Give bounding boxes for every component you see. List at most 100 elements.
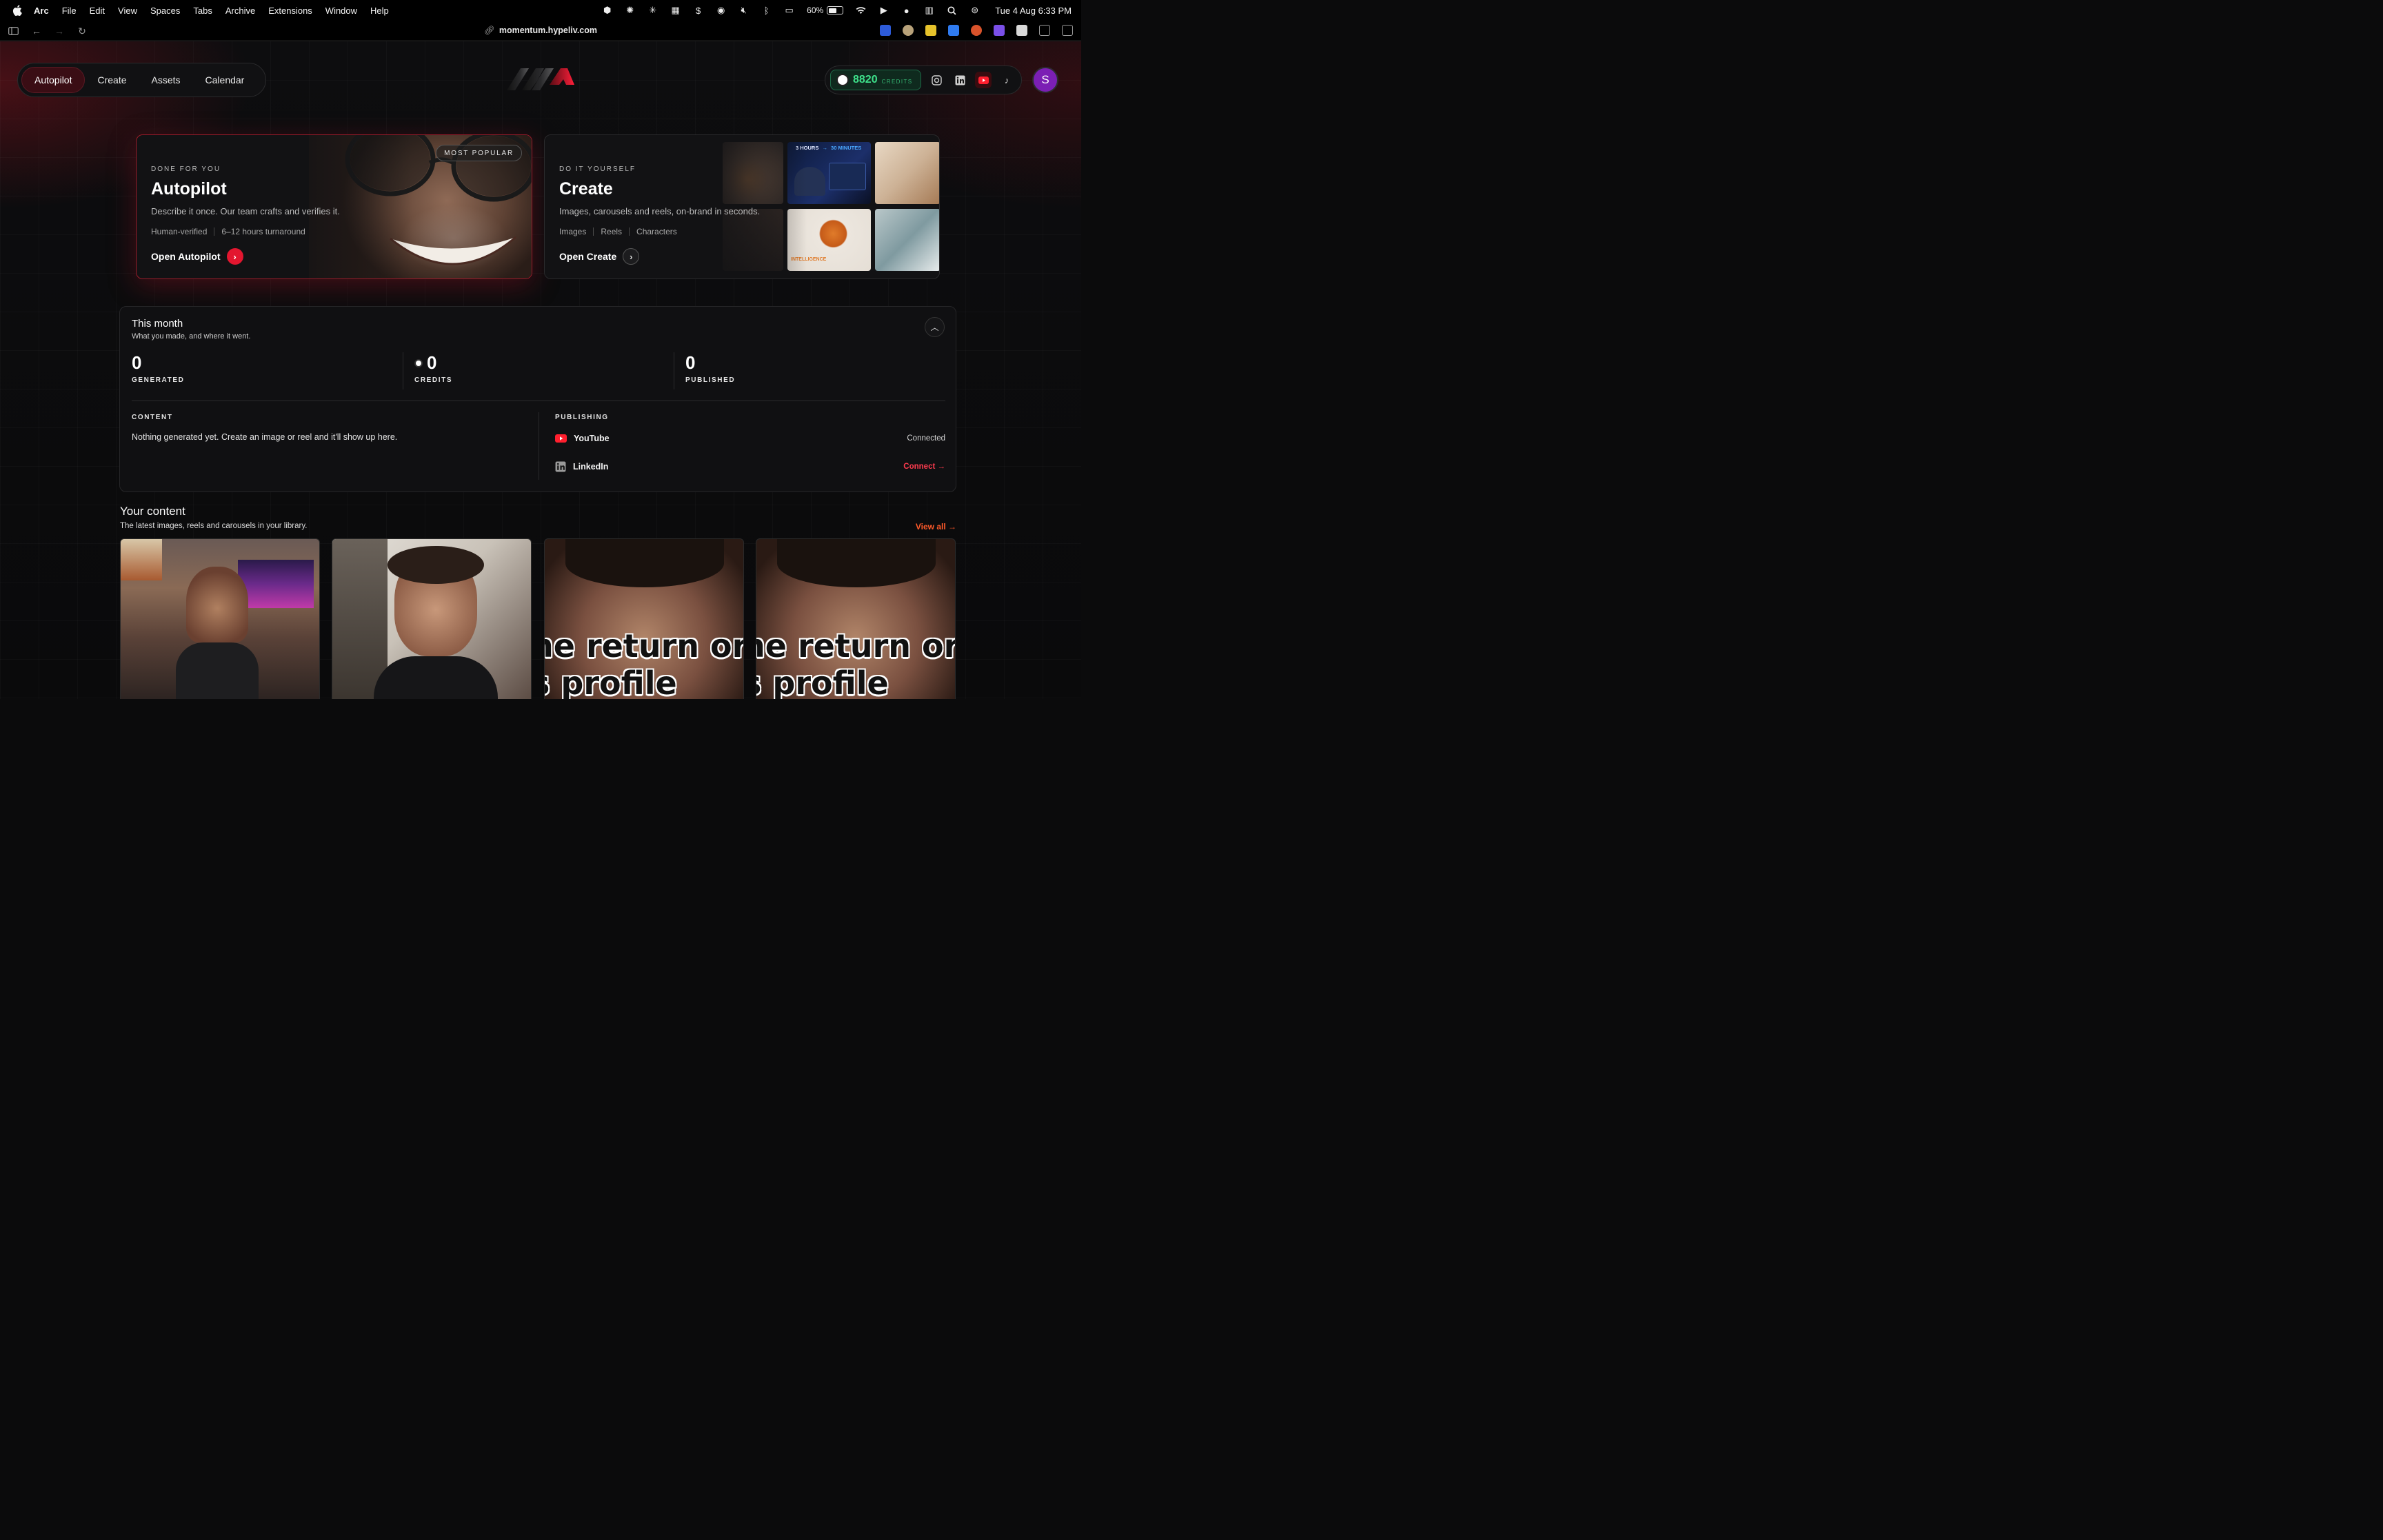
- linkedin-icon: [555, 461, 566, 472]
- tiktok-icon[interactable]: ♪: [998, 72, 1015, 88]
- autopilot-eyebrow: DONE FOR YOU: [151, 165, 221, 173]
- linkedin-icon[interactable]: [952, 72, 968, 88]
- credits-label: CREDITS: [881, 78, 913, 85]
- menu-view[interactable]: View: [118, 6, 137, 16]
- menu-tabs[interactable]: Tabs: [193, 6, 212, 16]
- tab-autopilot[interactable]: Autopilot: [21, 67, 86, 93]
- stat-published-label: PUBLISHED: [685, 376, 736, 384]
- battery-status[interactable]: 60%: [807, 6, 844, 15]
- bluetooth-icon[interactable]: ᛒ: [761, 6, 772, 16]
- stat-credits: 0 CREDITS: [414, 352, 452, 384]
- instagram-icon[interactable]: [928, 72, 945, 88]
- macos-menubar: Arc File Edit View Spaces Tabs Archive E…: [0, 0, 1081, 21]
- publishing-row-linkedin: LinkedIn Connect →: [555, 461, 945, 472]
- mute-tray-icon[interactable]: 🔇︎: [738, 5, 749, 16]
- user-avatar[interactable]: S: [1032, 67, 1058, 93]
- clipboard-tray-icon[interactable]: ▦: [670, 5, 681, 16]
- credits-coin-icon: [836, 74, 849, 86]
- cube-tray-icon[interactable]: ⬢: [602, 5, 612, 16]
- this-month-title: This month: [132, 318, 183, 330]
- display-tray-icon[interactable]: ▭: [784, 5, 794, 16]
- autopilot-meta: Human-verified 6–12 hours turnaround: [151, 227, 305, 236]
- menu-archive[interactable]: Archive: [225, 6, 255, 16]
- menu-help[interactable]: Help: [370, 6, 389, 16]
- linkedin-label: LinkedIn: [573, 462, 609, 472]
- create-meta-images: Images: [559, 227, 587, 236]
- autopilot-card[interactable]: MOST POPULAR DONE FOR YOU Autopilot Desc…: [136, 134, 532, 279]
- url-text: momentum.hypeliv.com: [499, 26, 598, 35]
- tab-assets[interactable]: Assets: [139, 67, 193, 93]
- publishing-row-youtube: YouTube Connected: [555, 434, 945, 443]
- chevron-up-icon: ︿: [930, 323, 939, 332]
- menu-file[interactable]: File: [62, 6, 77, 16]
- credits-badge[interactable]: 8820 CREDITS: [830, 70, 921, 90]
- your-content-subtitle: The latest images, reels and carousels i…: [120, 522, 308, 530]
- youtube-icon: [555, 434, 567, 443]
- tab-create[interactable]: Create: [85, 67, 139, 93]
- split-view-icon[interactable]: [1062, 25, 1073, 36]
- user-tray-icon[interactable]: ●: [901, 6, 912, 16]
- create-card[interactable]: 3 HOURS → 30 MINUTES INTELLIGENCE DO IT …: [544, 134, 940, 279]
- extension-blue-icon[interactable]: [880, 25, 891, 36]
- open-autopilot-button[interactable]: Open Autopilot ›: [151, 248, 243, 265]
- extension-white-icon[interactable]: [1016, 25, 1027, 36]
- menubar-clock[interactable]: Tue 4 Aug 6:33 PM: [995, 6, 1072, 16]
- menu-extensions[interactable]: Extensions: [268, 6, 312, 16]
- menu-spaces[interactable]: Spaces: [150, 6, 180, 16]
- stat-published-value: 0: [685, 352, 696, 373]
- battery-icon: [827, 6, 844, 14]
- reel-overlay-line-1: he return or: [544, 627, 744, 665]
- extension-purple-icon[interactable]: [994, 25, 1005, 36]
- audio-levels-tray-icon[interactable]: ▥: [924, 5, 934, 16]
- open-autopilot-label: Open Autopilot: [151, 251, 221, 262]
- stat-generated: 0 GENERATED: [132, 352, 184, 384]
- autopilot-title: Autopilot: [151, 179, 227, 199]
- spotlight-search-icon[interactable]: [947, 6, 957, 16]
- extension-snowflake-icon[interactable]: [948, 25, 959, 36]
- menu-edit[interactable]: Edit: [90, 6, 105, 16]
- linkedin-connect-link[interactable]: Connect →: [903, 463, 945, 471]
- content-empty-message: Nothing generated yet. Create an image o…: [132, 432, 398, 442]
- content-tile-festival-photo[interactable]: [120, 538, 320, 699]
- account-circle-tray-icon[interactable]: ◉: [716, 5, 726, 16]
- chevron-right-icon: ›: [623, 248, 640, 265]
- main-nav: Autopilot Create Assets Calendar: [17, 63, 266, 97]
- reel-overlay-line-2: s profile: [544, 665, 677, 699]
- this-month-panel: This month What you made, and where it w…: [119, 306, 956, 492]
- sparkle-tray-icon[interactable]: ✳: [647, 5, 658, 16]
- stat-published: 0 PUBLISHED: [685, 352, 735, 384]
- content-tile-portrait-photo[interactable]: [332, 538, 532, 699]
- tab-calendar[interactable]: Calendar: [193, 67, 257, 93]
- stat-generated-label: GENERATED: [132, 376, 185, 384]
- content-tile-reel-1[interactable]: he return or s profile: [544, 538, 744, 699]
- youtube-icon[interactable]: [975, 72, 992, 88]
- account-cluster: 8820 CREDITS ♪: [825, 65, 1022, 94]
- play-circle-tray-icon[interactable]: ▶: [878, 5, 889, 16]
- autopilot-meta-turnaround: 6–12 hours turnaround: [221, 227, 305, 236]
- thumb-30-min-text: 30 MINUTES: [831, 145, 862, 151]
- open-create-label: Open Create: [559, 251, 617, 262]
- content-section-label: CONTENT: [132, 414, 173, 421]
- open-create-button[interactable]: Open Create ›: [559, 248, 640, 265]
- extension-burst-icon[interactable]: [971, 25, 982, 36]
- menu-window[interactable]: Window: [325, 6, 357, 16]
- extension-js-icon[interactable]: [925, 25, 936, 36]
- view-all-link[interactable]: View all →: [916, 522, 956, 531]
- brand-logo[interactable]: [505, 65, 574, 93]
- autopilot-meta-verified: Human-verified: [151, 227, 208, 236]
- menu-app-name[interactable]: Arc: [34, 6, 49, 16]
- collapse-panel-button[interactable]: ︿: [925, 317, 945, 337]
- content-tile-reel-2[interactable]: he return or s profile: [756, 538, 956, 699]
- create-meta: Images Reels Characters: [559, 227, 677, 236]
- meta-divider: [593, 227, 594, 236]
- apple-logo-icon[interactable]: [12, 5, 22, 16]
- credits-coin-icon: [414, 358, 423, 367]
- openai-tray-icon[interactable]: ✺: [625, 5, 635, 16]
- control-center-icon[interactable]: ⊜: [969, 5, 980, 16]
- dollar-tray-icon[interactable]: $: [693, 6, 703, 16]
- youtube-status: Connected: [907, 434, 945, 443]
- extension-menu-icon[interactable]: [1039, 25, 1050, 36]
- wifi-icon[interactable]: [856, 6, 866, 16]
- extension-avatar-icon[interactable]: [903, 25, 914, 36]
- this-month-subtitle: What you made, and where it went.: [132, 332, 251, 341]
